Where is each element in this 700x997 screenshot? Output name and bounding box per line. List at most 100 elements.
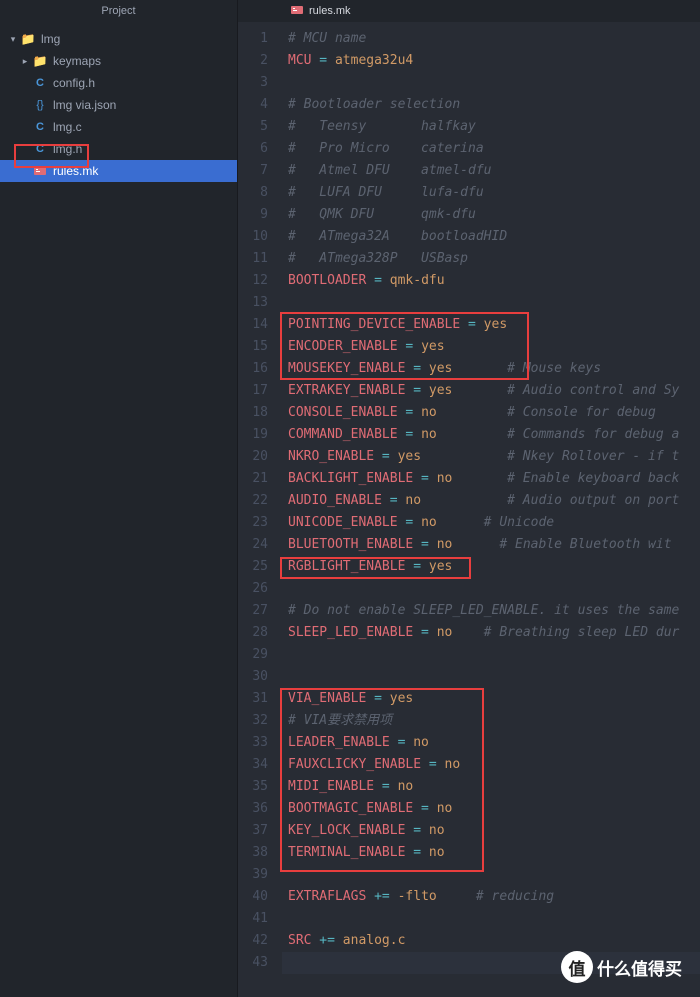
code-line[interactable]	[282, 578, 700, 600]
line-number: 43	[238, 952, 268, 974]
tab-rules-mk[interactable]: rules.mk	[278, 0, 363, 22]
code-content[interactable]: # MCU nameMCU = atmega32u4 # Bootloader s…	[282, 22, 700, 997]
line-number: 7	[238, 160, 268, 182]
code-line[interactable]: SLEEP_LED_ENABLE = no # Breathing sleep …	[282, 622, 700, 644]
code-line[interactable]: # MCU name	[282, 28, 700, 50]
code-line[interactable]: # QMK DFU qmk-dfu	[282, 204, 700, 226]
tree-label: lmg via.json	[53, 98, 116, 112]
code-token: yes	[398, 449, 421, 464]
code-line[interactable]: MCU = atmega32u4	[282, 50, 700, 72]
code-token: =	[405, 383, 428, 398]
project-sidebar: Project ▾ 📁 lmg ▸📁keymapsCconfig.h{}lmg …	[0, 0, 238, 997]
line-number: 19	[238, 424, 268, 446]
code-token: # Commands for debug a	[437, 427, 680, 442]
code-line[interactable]: POINTING_DEVICE_ENABLE = yes	[282, 314, 700, 336]
code-token: yes	[429, 361, 452, 376]
code-token: yes	[429, 559, 452, 574]
code-token: =	[413, 801, 436, 816]
code-token: no	[429, 845, 445, 860]
code-token: =	[366, 691, 389, 706]
code-line[interactable]: BACKLIGHT_ENABLE = no # Enable keyboard …	[282, 468, 700, 490]
tree-item-rules-mk[interactable]: rules.mk	[0, 160, 237, 182]
tree-root-folder[interactable]: ▾ 📁 lmg	[0, 28, 237, 50]
code-line[interactable]: SRC += analog.c	[282, 930, 700, 952]
code-token: yes	[429, 383, 452, 398]
tree-item-lmg-h[interactable]: Clmg.h	[0, 138, 237, 160]
code-line[interactable]: CONSOLE_ENABLE = no # Console for debug	[282, 402, 700, 424]
code-token: SRC	[288, 933, 311, 948]
code-token: EXTRAFLAGS	[288, 889, 366, 904]
code-line[interactable]: # ATmega32A bootloadHID	[282, 226, 700, 248]
code-token: atmega32u4	[335, 53, 413, 68]
code-line[interactable]: EXTRAFLAGS += -flto # reducing	[282, 886, 700, 908]
code-line[interactable]: TERMINAL_ENABLE = no	[282, 842, 700, 864]
line-number: 4	[238, 94, 268, 116]
code-token: # Do not enable SLEEP_LED_ENABLE. it use…	[288, 603, 679, 618]
code-line[interactable]: BLUETOOTH_ENABLE = no # Enable Bluetooth…	[282, 534, 700, 556]
code-line[interactable]: # Do not enable SLEEP_LED_ENABLE. it use…	[282, 600, 700, 622]
tree-label: lmg.c	[53, 120, 82, 134]
code-line[interactable]: ENCODER_ENABLE = yes	[282, 336, 700, 358]
code-area[interactable]: 1234567891011121314151617181920212223242…	[238, 22, 700, 997]
line-number: 39	[238, 864, 268, 886]
c-file-icon: C	[32, 119, 48, 135]
tree-item-keymaps[interactable]: ▸📁keymaps	[0, 50, 237, 72]
code-token: NKRO_ENABLE	[288, 449, 374, 464]
code-line[interactable]	[282, 908, 700, 930]
code-line[interactable]: FAUXCLICKY_ENABLE = no	[282, 754, 700, 776]
code-line[interactable]	[282, 864, 700, 886]
code-line[interactable]: AUDIO_ENABLE = no # Audio output on port	[282, 490, 700, 512]
code-token: =	[460, 317, 483, 332]
code-token: KEY_LOCK_ENABLE	[288, 823, 405, 838]
code-line[interactable]	[282, 666, 700, 688]
code-line[interactable]	[282, 292, 700, 314]
line-number: 8	[238, 182, 268, 204]
code-token: RGBLIGHT_ENABLE	[288, 559, 405, 574]
makefile-icon	[32, 163, 48, 179]
line-number: 5	[238, 116, 268, 138]
code-line[interactable]: VIA_ENABLE = yes	[282, 688, 700, 710]
code-line[interactable]	[282, 644, 700, 666]
code-line[interactable]: EXTRAKEY_ENABLE = yes # Audio control an…	[282, 380, 700, 402]
tree-item-config-h[interactable]: Cconfig.h	[0, 72, 237, 94]
code-line[interactable]: MOUSEKEY_ENABLE = yes # Mouse keys	[282, 358, 700, 380]
code-line[interactable]: # Bootloader selection	[282, 94, 700, 116]
code-token: # Mouse keys	[452, 361, 601, 376]
code-line[interactable]: # LUFA DFU lufa-dfu	[282, 182, 700, 204]
tree-item-lmg-via-json[interactable]: {}lmg via.json	[0, 94, 237, 116]
code-token: # ATmega32A bootloadHID	[288, 229, 507, 244]
code-line[interactable]: RGBLIGHT_ENABLE = yes	[282, 556, 700, 578]
line-number: 14	[238, 314, 268, 336]
code-line[interactable]: NKRO_ENABLE = yes # Nkey Rollover - if t	[282, 446, 700, 468]
code-token: # ATmega328P USBasp	[288, 251, 468, 266]
code-token: +=	[311, 933, 342, 948]
chevron-down-icon: ▾	[8, 34, 18, 45]
code-token: =	[311, 53, 334, 68]
code-line[interactable]: # Pro Micro caterina	[282, 138, 700, 160]
tree-item-lmg-c[interactable]: Clmg.c	[0, 116, 237, 138]
code-line[interactable]: # Teensy halfkay	[282, 116, 700, 138]
code-token: COMMAND_ENABLE	[288, 427, 398, 442]
code-token: =	[421, 757, 444, 772]
line-number: 17	[238, 380, 268, 402]
line-number: 9	[238, 204, 268, 226]
code-line[interactable]: KEY_LOCK_ENABLE = no	[282, 820, 700, 842]
code-line[interactable]: # Atmel DFU atmel-dfu	[282, 160, 700, 182]
sidebar-title: Project	[0, 0, 237, 22]
code-token: +=	[366, 889, 397, 904]
tree-label: lmg	[41, 32, 60, 46]
code-line[interactable]: MIDI_ENABLE = no	[282, 776, 700, 798]
tab-label: rules.mk	[309, 5, 351, 17]
code-line[interactable]: BOOTMAGIC_ENABLE = no	[282, 798, 700, 820]
code-line[interactable]: BOOTLOADER = qmk-dfu	[282, 270, 700, 292]
code-line[interactable]: UNICODE_ENABLE = no # Unicode	[282, 512, 700, 534]
code-token: # Console for debug	[437, 405, 656, 420]
code-line[interactable]: # VIA要求禁用项	[282, 710, 700, 732]
code-line[interactable]	[282, 72, 700, 94]
line-number: 36	[238, 798, 268, 820]
code-line[interactable]: # ATmega328P USBasp	[282, 248, 700, 270]
code-line[interactable]: COMMAND_ENABLE = no # Commands for debug…	[282, 424, 700, 446]
code-line[interactable]: LEADER_ENABLE = no	[282, 732, 700, 754]
code-token: # VIA要求禁用项	[288, 713, 392, 728]
code-token: analog.c	[343, 933, 406, 948]
